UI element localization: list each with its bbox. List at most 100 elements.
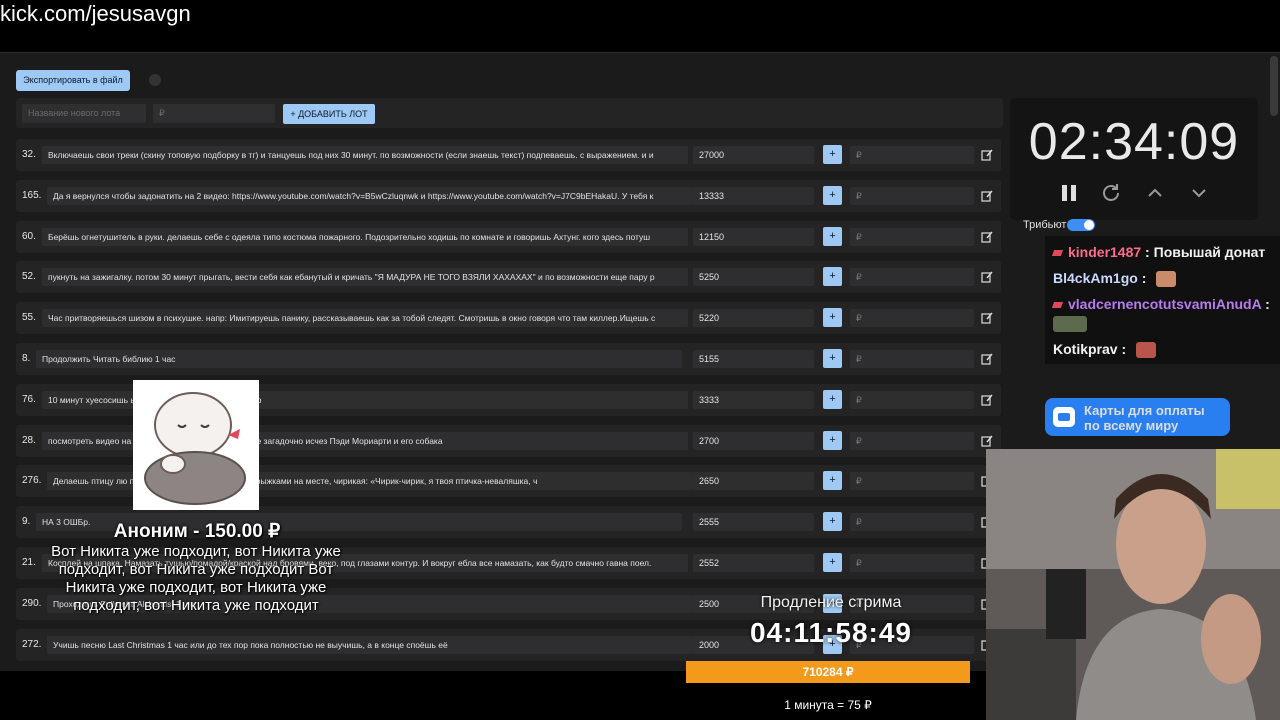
chevron-down-icon[interactable]	[1187, 181, 1211, 205]
lot-description[interactable]: пукнуть на зажигалку. потом 30 минут пры…	[42, 268, 688, 287]
add-to-lot-button[interactable]: +	[823, 553, 842, 572]
edit-icon[interactable]	[981, 394, 993, 406]
lot-amount[interactable]: 2650	[693, 472, 814, 491]
lot-add-amount-input[interactable]: ₽	[850, 186, 974, 205]
pause-icon[interactable]	[1057, 181, 1081, 205]
stream-extension-label: Продление стрима	[760, 594, 902, 611]
add-to-lot-button[interactable]: +	[823, 267, 842, 287]
lot-amount[interactable]: 13333	[693, 186, 814, 205]
add-to-lot-button[interactable]: +	[823, 512, 842, 532]
lot-row: 8. Продолжить Читать библию 1 час 5155 + ₽	[16, 343, 1001, 375]
add-to-lot-button[interactable]: +	[823, 226, 842, 246]
lot-add-amount-input[interactable]: ₽	[850, 554, 974, 572]
lot-number: 32.	[22, 149, 36, 160]
lot-add-amount-input[interactable]: ₽	[850, 431, 974, 450]
chat-badge-icon	[1051, 250, 1064, 257]
page-scrollbar[interactable]	[1270, 56, 1278, 116]
edit-icon[interactable]	[981, 271, 993, 283]
export-button[interactable]: Экспортировать в файл	[16, 70, 130, 91]
add-to-lot-button[interactable]: +	[823, 308, 842, 328]
add-to-lot-button[interactable]: +	[823, 430, 842, 450]
lot-amount[interactable]: 2555	[693, 513, 814, 532]
card-ad-line2: по всему миру	[1084, 418, 1179, 433]
refresh-icon[interactable]	[1099, 181, 1123, 205]
lot-amount[interactable]: 27000	[693, 146, 814, 164]
lot-amount[interactable]: 2552	[693, 554, 814, 572]
edit-icon[interactable]	[981, 231, 993, 243]
lot-amount[interactable]: 5155	[693, 350, 814, 368]
lot-number: 276.	[22, 475, 42, 487]
lot-number: 8.	[22, 353, 31, 364]
lot-add-amount-input[interactable]: ₽	[850, 390, 974, 409]
lot-description[interactable]: Берёшь огнетушитель в руки. делаешь себе…	[42, 227, 688, 246]
lot-description[interactable]: Продолжить Читать библию 1 час	[36, 350, 682, 368]
add-lot-button[interactable]: + ДОБАВИТЬ ЛОТ	[283, 104, 375, 124]
card-ad-text: Карты для оплаты по всему миру	[1084, 403, 1205, 433]
settings-icon[interactable]	[149, 74, 161, 86]
webcam-feed	[986, 449, 1280, 720]
chat-badge-icon	[1051, 302, 1064, 309]
edit-icon[interactable]	[981, 190, 993, 202]
lot-number: 28.	[22, 434, 36, 446]
lot-add-amount-input[interactable]: ₽	[850, 472, 974, 491]
lot-row: 52. пукнуть на зажигалку. потом 30 минут …	[16, 261, 1001, 294]
chat-message: Kotikprav :	[1053, 341, 1157, 359]
lot-number: 76.	[22, 393, 36, 405]
edit-icon[interactable]	[981, 435, 993, 447]
donation-sticker-image	[133, 380, 259, 510]
lot-description[interactable]: Час притворяешься шизом в психушке. напр…	[42, 309, 688, 328]
chat-username[interactable]: kinder1487	[1068, 244, 1141, 260]
add-to-lot-button[interactable]: +	[823, 471, 842, 491]
donation-alert-message: Вот Никита уже подходит, вот Никита уже …	[51, 543, 341, 614]
lot-amount[interactable]: 3333	[693, 390, 814, 409]
lot-number: 52.	[22, 271, 36, 283]
chat-emote-icon	[1136, 342, 1157, 359]
lot-number: 272.	[22, 638, 42, 650]
lot-number: 55.	[22, 312, 36, 324]
chat-message: Bl4ckAm1go :	[1053, 270, 1177, 288]
lot-amount[interactable]: 2700	[693, 431, 814, 450]
chat-emote-icon	[1053, 316, 1087, 332]
lot-amount[interactable]: 5250	[693, 268, 814, 287]
chat-username[interactable]: vladcernencotutsvamiAnudA	[1068, 296, 1261, 312]
donation-alert-title: Аноним - 150.00 ₽	[113, 521, 281, 542]
lot-amount[interactable]: 5220	[693, 309, 814, 328]
edit-icon[interactable]	[981, 353, 993, 365]
chat-emote-icon	[1156, 271, 1177, 288]
lot-add-amount-input[interactable]: ₽	[850, 350, 974, 368]
lot-description[interactable]: Учишь песню Last Christmas 1 час или до …	[47, 635, 693, 654]
tribute-label: Трибьют	[1023, 219, 1067, 231]
lot-add-amount-input[interactable]: ₽	[850, 309, 974, 328]
edit-icon[interactable]	[981, 149, 993, 161]
add-to-lot-button[interactable]: +	[823, 145, 842, 164]
lot-description[interactable]: Включаешь свои треки (скину топовую подб…	[42, 146, 688, 164]
lot-amount[interactable]: 12150	[693, 227, 814, 246]
auction-timer: 02:34:09	[1028, 113, 1240, 171]
new-lot-amount-input[interactable]: ₽	[153, 104, 275, 123]
chat-message: kinder1487 : Повышай донат	[1051, 244, 1266, 260]
add-to-lot-button[interactable]: +	[823, 389, 842, 409]
lot-row: 32. Включаешь свои треки (скину топовую п…	[16, 139, 1001, 171]
add-to-lot-button[interactable]: +	[823, 349, 842, 368]
card-icon	[1053, 407, 1075, 427]
chat-username[interactable]: Bl4ckAm1go	[1053, 270, 1138, 286]
lot-number: 60.	[22, 230, 36, 242]
edit-icon[interactable]	[981, 312, 993, 324]
chevron-up-icon[interactable]	[1143, 181, 1167, 205]
tribute-toggle[interactable]	[1067, 219, 1095, 231]
stream-extension-timer: 04:11:58:49	[749, 617, 912, 648]
add-to-lot-button[interactable]: +	[823, 185, 842, 205]
lot-add-amount-input[interactable]: ₽	[850, 268, 974, 287]
lot-number: 21.	[22, 557, 36, 568]
stream-url: kick.com/jesusavgn	[0, 1, 191, 26]
lot-add-amount-input[interactable]: ₽	[850, 227, 974, 246]
chat-text: Повышай донат	[1153, 244, 1266, 260]
lot-add-amount-input[interactable]: ₽	[850, 146, 974, 164]
chat-message: vladcernencotutsvamiAnudA :	[1051, 296, 1270, 332]
lot-row: 60. Берёшь огнетушитель в руки. делаешь с…	[16, 220, 1001, 253]
lot-description[interactable]: Да я вернулся чтобы задонатить на 2 виде…	[47, 186, 693, 205]
lot-add-amount-input[interactable]: ₽	[850, 513, 974, 532]
new-lot-name-input[interactable]: Название нового лота	[22, 104, 146, 123]
lot-number: 290.	[22, 597, 42, 609]
chat-username[interactable]: Kotikprav	[1053, 341, 1118, 357]
